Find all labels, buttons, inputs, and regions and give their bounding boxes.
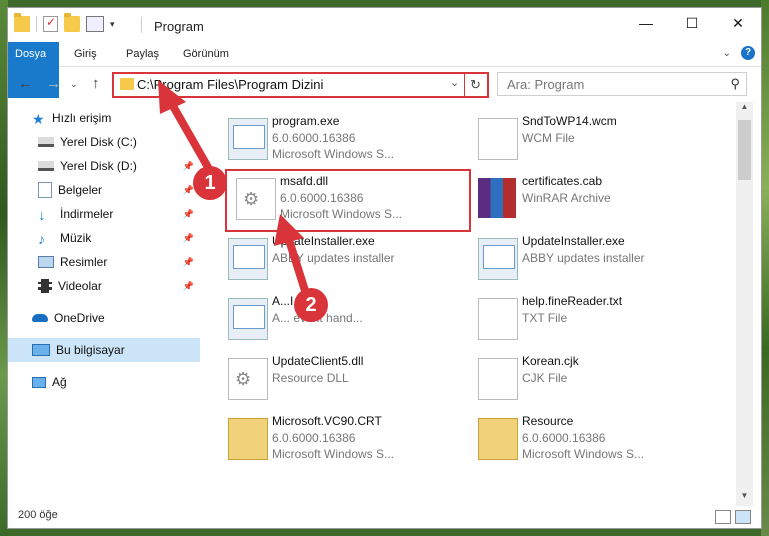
callout-one: 1 bbox=[193, 166, 227, 200]
annotation-arrows bbox=[158, 80, 312, 304]
arrow-two-head bbox=[274, 214, 304, 246]
explorer-window: ▾ Program — ☐ ✕ Dosya Giriş Paylaş Görün… bbox=[8, 8, 761, 528]
callout-two: 2 bbox=[294, 288, 328, 322]
desktop-background-left bbox=[0, 0, 8, 536]
desktop-background-right bbox=[761, 0, 769, 536]
